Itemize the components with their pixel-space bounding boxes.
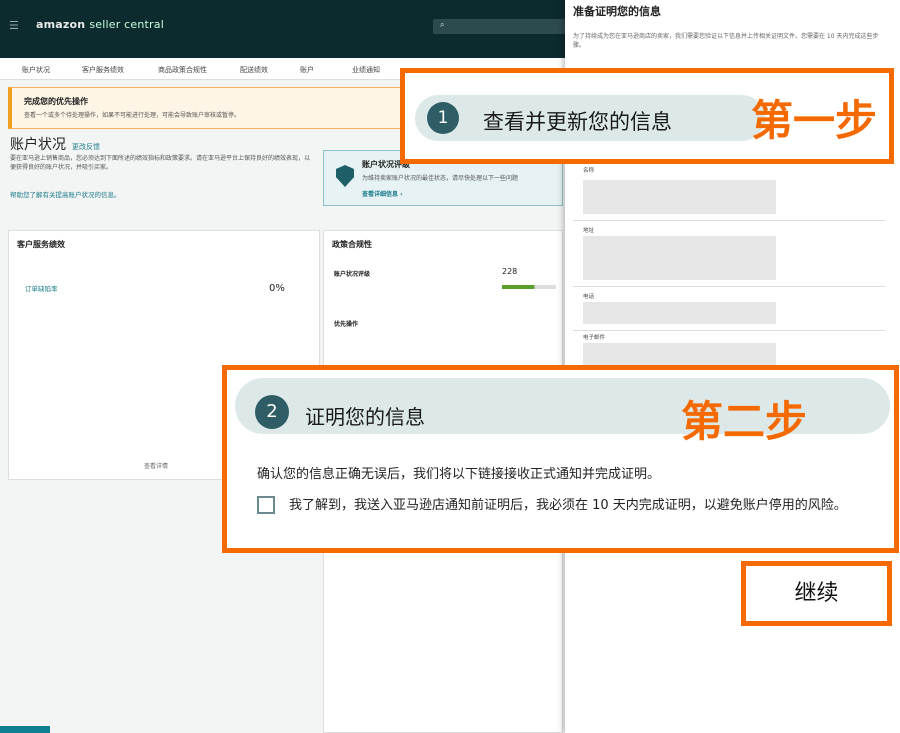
continue-button[interactable]: 继续 bbox=[741, 561, 892, 626]
acknowledge-checkbox[interactable] bbox=[257, 496, 275, 514]
amazon-logo: amazon seller central bbox=[36, 18, 164, 31]
card-title: 客户服务绩效 bbox=[17, 240, 65, 249]
phone-field[interactable] bbox=[583, 302, 776, 324]
field-label-email: 电子邮件 bbox=[583, 335, 606, 341]
step1-badge: 第一步 bbox=[751, 96, 878, 145]
top-header: ☰ amazon seller central ⌕ bbox=[0, 0, 565, 58]
nav-item[interactable]: 商品政策合规性 bbox=[158, 65, 207, 75]
field-label-phone: 电话 bbox=[583, 294, 595, 300]
step2-badge: 第二步 bbox=[681, 397, 808, 446]
step1-callout: 1 查看并更新您的信息 第一步 bbox=[400, 68, 894, 164]
alert-desc: 查看一个或多个待处理操作，如果不可能进行处理，可能会导致账户审核或暂停。 bbox=[24, 112, 241, 119]
step2-instruction: 确认您的信息正确无误后，我们将以下链接接收正式通知并完成证明。 bbox=[257, 467, 661, 482]
nav-item[interactable]: 账户 bbox=[300, 65, 314, 75]
search-input[interactable] bbox=[433, 19, 565, 34]
step2-label: 证明您的信息 bbox=[305, 405, 425, 429]
step1-number-badge: 1 bbox=[427, 102, 459, 134]
nav-item[interactable]: 账户状况 bbox=[22, 65, 50, 75]
shield-icon bbox=[336, 165, 354, 187]
search-icon: ⌕ bbox=[440, 20, 445, 29]
odr-value: 0% bbox=[269, 283, 285, 294]
status-help-link[interactable]: 帮助您了解有关提高账户状况的信息。 bbox=[10, 189, 121, 199]
panel-title: 准备证明您的信息 bbox=[573, 5, 661, 18]
card-title: 政策合规性 bbox=[332, 240, 372, 249]
priority-label: 优先操作 bbox=[334, 321, 359, 328]
step1-label: 查看并更新您的信息 bbox=[483, 110, 672, 134]
field-label-name: 名称 bbox=[583, 168, 595, 174]
nav-item[interactable]: 业绩通知 bbox=[352, 65, 380, 75]
name-field[interactable] bbox=[583, 180, 776, 214]
bottom-strip bbox=[0, 726, 50, 733]
account-status-heading: 账户状况 更改反馈 bbox=[10, 137, 100, 153]
acknowledge-text: 我了解到，我送入亚马逊店通知前证明后，我必须在 10 天内完成证明，以避免账户停… bbox=[289, 498, 847, 513]
step2-number-badge: 2 bbox=[255, 395, 289, 429]
divider bbox=[573, 220, 885, 221]
ahr-label: 账户状况评级 bbox=[334, 271, 371, 278]
panel-intro: 为了持续成为您在亚马逊商店的卖家，我们需要您验证以下信息并上传相关证明文件。您需… bbox=[573, 33, 879, 49]
status-link[interactable]: 更改反馈 bbox=[72, 143, 100, 151]
nav-item[interactable]: 客户服务绩效 bbox=[82, 65, 124, 75]
nav-item[interactable]: 配送绩效 bbox=[240, 65, 268, 75]
field-label-address: 地址 bbox=[583, 228, 595, 234]
hamburger-menu-icon[interactable]: ☰ bbox=[9, 19, 19, 32]
ahr-bar bbox=[502, 285, 556, 289]
health-desc: 为维持卖家账户状况的最佳状态，请尽快处理以下一些问题 bbox=[362, 175, 519, 182]
address-field[interactable] bbox=[583, 236, 776, 280]
step2-callout: 2 证明您的信息 第二步 确认您的信息正确无误后，我们将以下链接接收正式通知并完… bbox=[222, 365, 899, 553]
ahr-value: 228 bbox=[502, 267, 518, 276]
health-details-link[interactable]: 查看详细信息 › bbox=[362, 189, 403, 198]
status-description: 要在亚马逊上销售商品，您必须达到下面所述的绩效指标和政策要求。请在亚马逊平台上保… bbox=[10, 155, 311, 171]
email-field[interactable] bbox=[583, 343, 776, 367]
divider bbox=[573, 330, 885, 331]
divider bbox=[573, 286, 885, 287]
odr-label[interactable]: 订单缺陷率 bbox=[25, 283, 58, 293]
view-details-link[interactable]: 查看详情 bbox=[144, 461, 168, 470]
alert-title: 完成您的优先操作 bbox=[24, 97, 88, 106]
